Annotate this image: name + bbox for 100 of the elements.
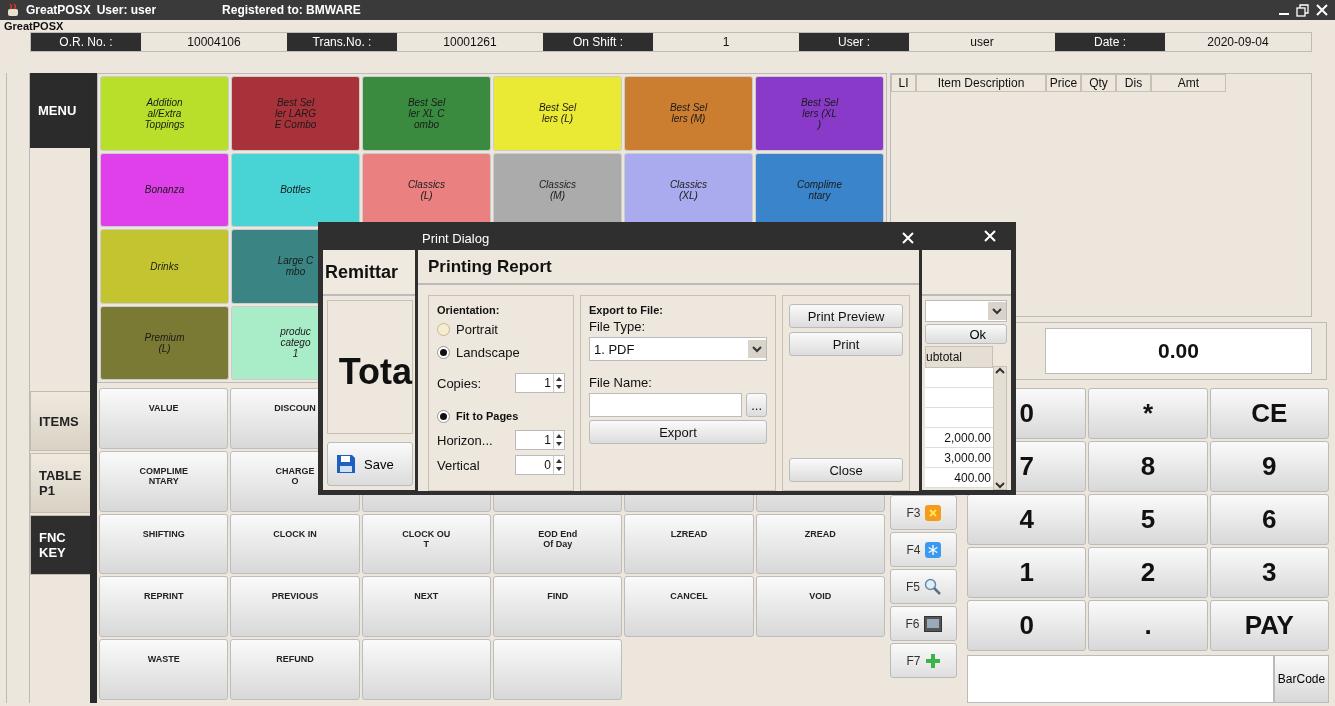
function-key[interactable]: F7	[890, 643, 957, 678]
app-logo-icon	[6, 3, 20, 17]
function-button[interactable]: LZREAD	[624, 513, 754, 575]
function-key[interactable]: F5	[890, 569, 957, 604]
amount-cell: 2,000.00	[925, 428, 993, 448]
info-value: 10004106	[186, 34, 242, 51]
info-value: 10001261	[442, 34, 498, 51]
keypad-key[interactable]: 1	[967, 547, 1087, 598]
function-button[interactable]: PREVIOUS	[230, 576, 360, 638]
column-header: Qty	[1081, 74, 1116, 92]
info-label: O.R. No. :	[31, 33, 141, 51]
function-button[interactable]: COMPLIME NTARY	[99, 450, 229, 512]
spinner-arrows-icon[interactable]	[553, 456, 564, 474]
category-button[interactable]: Best Sel lers (L)	[493, 76, 622, 151]
function-button[interactable]: VOID	[755, 576, 885, 638]
export-heading: Export to File:	[589, 304, 664, 316]
scroll-down-icon[interactable]	[995, 481, 1005, 489]
function-button[interactable]: REPRINT	[99, 576, 229, 638]
category-button[interactable]: Best Sel ler XL C ombo	[362, 76, 491, 151]
category-button[interactable]: Addition al/Extra Toppings	[100, 76, 229, 151]
column-header: LI	[891, 74, 916, 92]
dialog-button[interactable]: Print Preview	[789, 304, 903, 328]
info-value: user	[969, 34, 995, 51]
function-key[interactable]: F4	[890, 532, 957, 567]
scroll-up-icon[interactable]	[995, 367, 1005, 375]
keypad-key[interactable]: *	[1088, 388, 1208, 439]
function-button[interactable]: VALUE	[99, 388, 229, 449]
table-cell	[925, 368, 993, 388]
spinner-arrows-icon[interactable]	[553, 431, 564, 449]
info-label: User :	[799, 33, 909, 51]
radio-label: Landscape	[456, 344, 520, 360]
barcode-button[interactable]: BarCode	[1274, 655, 1329, 703]
registration-label: Registered to: BMWARE	[222, 3, 361, 17]
function-button[interactable]: NEXT	[361, 576, 491, 638]
file-name-field[interactable]	[589, 393, 743, 417]
keypad-key[interactable]: 9	[1209, 441, 1329, 492]
keypad-key[interactable]: .	[1088, 600, 1208, 651]
keypad-key[interactable]: 3	[1209, 547, 1329, 598]
function-button[interactable]: WASTE	[99, 639, 229, 700]
close-icon[interactable]	[983, 229, 997, 243]
total-display: 0.00	[1045, 328, 1312, 375]
x-square-icon	[924, 504, 941, 521]
function-button[interactable]: REFUND	[230, 639, 360, 700]
ok-button[interactable]: Ok	[925, 324, 1007, 344]
radio-button[interactable]	[437, 409, 450, 423]
column-header: ubtotal	[925, 346, 993, 368]
function-button[interactable]: ZREAD	[755, 513, 885, 575]
spinner-field[interactable]: 1	[515, 373, 565, 393]
function-button[interactable]: CLOCK OU T	[361, 513, 491, 575]
restore-icon[interactable]	[1296, 3, 1309, 17]
function-button[interactable]: FIND	[493, 576, 623, 638]
user-label: User: user	[96, 3, 157, 17]
orientation-label: Orientation:	[437, 304, 501, 316]
close-icon[interactable]	[901, 231, 915, 245]
dialog-button[interactable]: Print	[789, 332, 903, 356]
category-button[interactable]: Premium (L)	[100, 305, 229, 380]
close-icon[interactable]	[1315, 3, 1329, 17]
save-button[interactable]: Save	[327, 442, 413, 486]
radio-button[interactable]	[437, 322, 450, 336]
keypad-key[interactable]: CE	[1209, 388, 1329, 439]
side-tab[interactable]: TABLE P1	[30, 453, 90, 513]
browse-button[interactable]: ...	[746, 393, 767, 417]
category-button[interactable]: Best Sel lers (M)	[624, 76, 753, 151]
monitor-icon	[923, 615, 942, 632]
side-tab[interactable]: ITEMS	[30, 391, 90, 451]
keypad-key[interactable]: 0	[967, 600, 1087, 651]
category-button[interactable]: Bottles	[231, 152, 360, 227]
keypad-key[interactable]: PAY	[1209, 600, 1329, 651]
keypad-key[interactable]: 4	[967, 494, 1087, 545]
file-type-dropdown[interactable]: 1. PDF	[589, 337, 767, 361]
spinner-label: Vertical	[437, 457, 480, 473]
spinner-field[interactable]: 1	[515, 430, 565, 450]
radio-button[interactable]	[437, 345, 450, 359]
barcode-field[interactable]	[967, 655, 1274, 703]
side-tab[interactable]: FNC KEY	[30, 515, 90, 575]
scrollbar[interactable]	[993, 366, 1007, 490]
spinner-field[interactable]: 0	[515, 455, 565, 475]
info-label: Trans.No. :	[287, 33, 397, 51]
function-button[interactable]: CLOCK IN	[230, 513, 360, 575]
file-type-label: File Type:	[589, 319, 647, 334]
info-value: 1	[721, 34, 731, 51]
dropdown-field[interactable]	[925, 300, 1007, 322]
group-label: GreatPOSX	[3, 20, 65, 32]
function-key[interactable]: F6	[890, 606, 957, 641]
category-button[interactable]: Drinks	[100, 229, 229, 304]
total-label: Tota	[327, 300, 413, 434]
column-header: Dis	[1116, 74, 1151, 92]
keypad-key[interactable]: 5	[1088, 494, 1208, 545]
keypad-key[interactable]: 6	[1209, 494, 1329, 545]
file-name-label: File Name:	[589, 375, 653, 390]
category-button[interactable]: Bonanza	[100, 152, 229, 227]
spinner-arrows-icon[interactable]	[553, 374, 564, 392]
export-button[interactable]: Export	[589, 420, 767, 444]
dialog-button[interactable]: Close	[789, 458, 903, 482]
keypad-key[interactable]: 8	[1088, 441, 1208, 492]
function-key[interactable]: F3	[890, 495, 957, 530]
keypad-key[interactable]: 2	[1088, 547, 1208, 598]
function-button[interactable]: CANCEL	[624, 576, 754, 638]
function-button[interactable]: EOD End Of Day	[493, 513, 623, 575]
function-button[interactable]: SHIFTING	[99, 513, 229, 575]
